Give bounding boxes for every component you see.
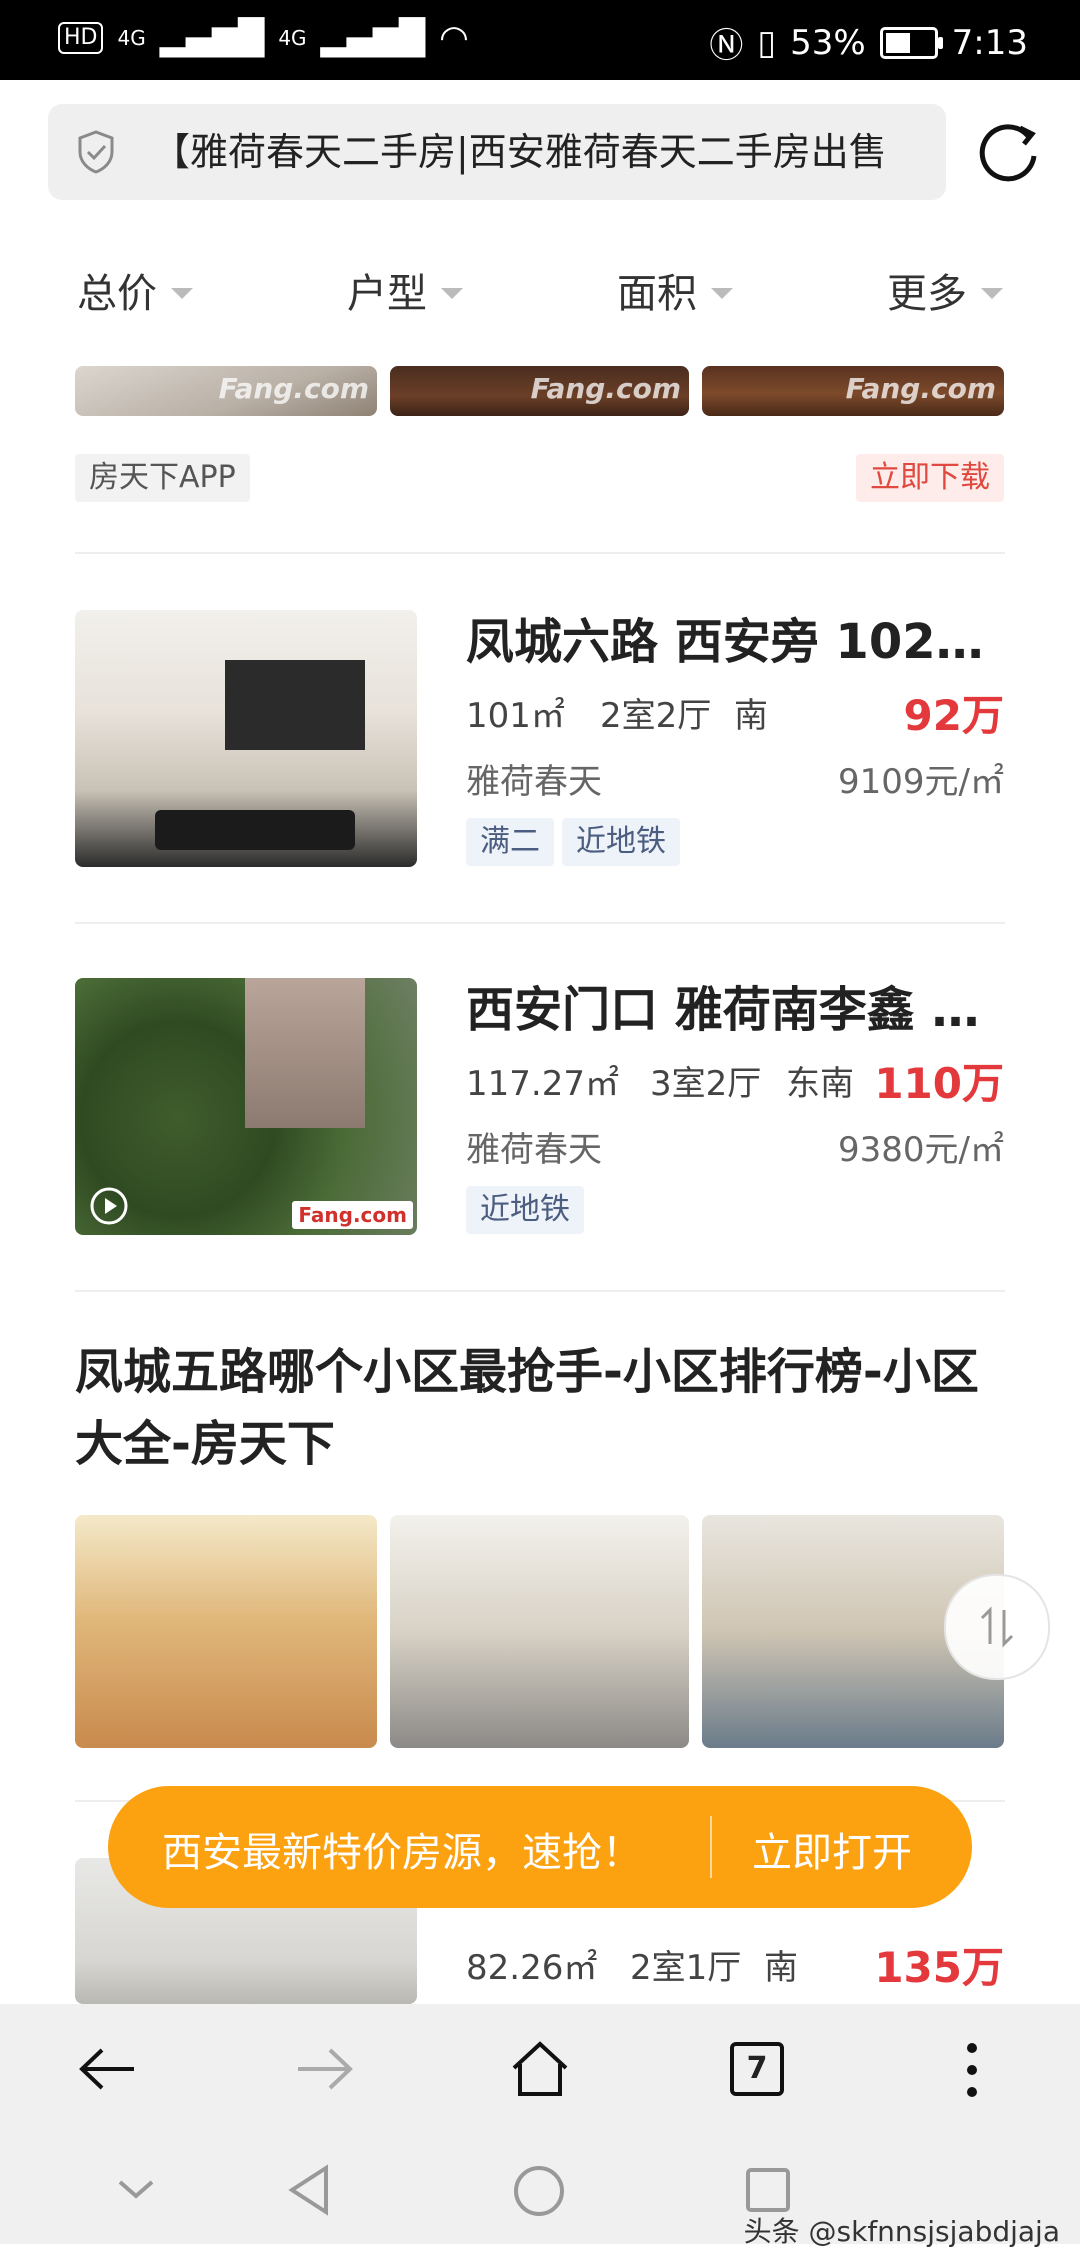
reload-icon[interactable]	[976, 118, 1042, 184]
chevron-down-icon	[171, 287, 193, 299]
more-icon[interactable]	[962, 2040, 982, 2100]
chevron-down-icon	[981, 287, 1003, 299]
building-shape	[245, 978, 365, 1128]
gallery-photo[interactable]: Fang.com	[702, 366, 1004, 416]
listing-title[interactable]: 西安门口 雅荷南李鑫 精装三房	[466, 970, 1006, 1040]
promo-banner[interactable]: 西安最新特价房源，速抢！ 立即打开	[108, 1786, 972, 1908]
listing-community: 雅荷春天	[466, 1130, 602, 1170]
address-bar[interactable]: 【雅荷春天二手房|西安雅荷春天二手房出售	[48, 104, 946, 200]
listing-price: 135万	[874, 1943, 1004, 1992]
photo-watermark: Fang.com	[292, 1201, 413, 1229]
listing-tag: 近地铁	[466, 1186, 584, 1234]
battery-percent: 53%	[790, 22, 866, 63]
gallery-photo[interactable]: Fang.com	[75, 366, 377, 416]
listing-price: 110万	[874, 1059, 1004, 1108]
filter-label: 面积	[617, 271, 697, 317]
listing-unit-price: 9380元/㎡	[838, 1130, 1004, 1170]
back-icon[interactable]	[78, 2044, 138, 2094]
filter-label: 总价	[77, 271, 157, 317]
forward-icon[interactable]	[294, 2044, 354, 2094]
source-watermark: 头条 @skfnnsjsjabdjaja	[743, 2215, 1060, 2248]
banner-separator	[710, 1816, 712, 1878]
filter-label: 更多	[887, 271, 967, 317]
filter-more[interactable]: 更多	[887, 261, 1003, 319]
table-shape	[155, 810, 355, 850]
nfc-icon: Ⓝ	[709, 26, 744, 66]
download-button[interactable]: 立即下载	[856, 454, 1004, 502]
scroll-toggle-button[interactable]	[944, 1574, 1050, 1680]
network-2: 4G	[278, 26, 307, 50]
signal-icon: ▂▄▆█	[320, 18, 426, 58]
clock: 7:13	[951, 22, 1028, 63]
listing-layout: 2室2厅	[600, 696, 712, 736]
listing-photo[interactable]: Fang.com	[75, 978, 417, 1235]
listing-area: 101㎡	[466, 696, 565, 736]
listing-orientation: 东南	[786, 1064, 854, 1104]
listing-area: 117.27㎡	[466, 1064, 619, 1104]
listing-price: 92万	[903, 691, 1004, 740]
listing-orientation: 南	[764, 1948, 798, 1988]
open-app-button[interactable]: 立即打开	[752, 1820, 912, 1878]
signal-icon: ▂▄▆█	[159, 18, 265, 58]
network-1: 4G	[117, 26, 146, 50]
photo-watermark: Fang.com	[530, 372, 681, 405]
article-photo[interactable]	[390, 1515, 689, 1748]
battery-fill	[885, 32, 910, 53]
chevron-down-icon	[441, 287, 463, 299]
filter-label: 户型	[347, 271, 427, 317]
status-right: Ⓝ ▯ 53% 7:13	[709, 18, 1028, 67]
listing-unit-price: 9109元/㎡	[838, 762, 1004, 802]
filter-bar: 总价 户型 面积 更多	[0, 240, 1080, 340]
url-text[interactable]: 【雅荷春天二手房|西安雅荷春天二手房出售	[152, 126, 932, 178]
banner-message: 西安最新特价房源，速抢！	[162, 1830, 642, 1876]
listing-layout: 2室1厅	[630, 1948, 742, 1988]
article-title[interactable]: 凤城五路哪个小区最抢手-小区排行榜-小区大全-房天下	[75, 1336, 1005, 1480]
nav-recents-icon[interactable]	[744, 2166, 792, 2214]
up-down-arrows-icon	[980, 1606, 1014, 1648]
divider	[75, 922, 1005, 924]
furniture-shape	[225, 660, 365, 750]
listing-orientation: 南	[734, 696, 768, 736]
tabs-button[interactable]: 7	[730, 2042, 784, 2096]
filter-area[interactable]: 面积	[617, 261, 733, 319]
vibrate-icon: ▯	[757, 22, 777, 63]
collapse-icon[interactable]	[116, 2176, 156, 2202]
gallery-photo[interactable]: Fang.com	[390, 366, 689, 416]
divider	[75, 1290, 1005, 1292]
listing-title[interactable]: 凤城六路 西安旁 102平 精装 满二 近地铁	[466, 602, 1006, 672]
listing-tag: 近地铁	[562, 818, 680, 866]
hd-icon: HD	[58, 22, 104, 54]
chevron-down-icon	[711, 287, 733, 299]
filter-total-price[interactable]: 总价	[77, 261, 193, 319]
photo-watermark: Fang.com	[845, 372, 996, 405]
battery-icon	[879, 26, 943, 59]
wifi-icon: ◠	[439, 18, 469, 58]
listing-area: 82.26㎡	[466, 1948, 598, 1988]
article-photo[interactable]	[75, 1515, 377, 1748]
home-icon[interactable]	[508, 2040, 572, 2098]
app-label: 房天下APP	[75, 454, 250, 502]
nav-back-icon[interactable]	[286, 2164, 332, 2216]
listing-photo[interactable]	[75, 610, 417, 867]
shield-icon	[78, 130, 114, 174]
listing-layout: 3室2厅	[650, 1064, 762, 1104]
photo-watermark: Fang.com	[218, 372, 369, 405]
status-bar: HD 4G ▂▄▆█ 4G ▂▄▆█ ◠ Ⓝ ▯ 53% 7:13	[0, 0, 1080, 80]
divider	[75, 552, 1005, 554]
filter-layout[interactable]: 户型	[347, 261, 463, 319]
nav-home-icon[interactable]	[512, 2164, 566, 2218]
browser-toolbar: 7	[0, 2004, 1080, 2134]
play-video-icon[interactable]	[89, 1186, 129, 1226]
status-left: HD 4G ▂▄▆█ 4G ▂▄▆█ ◠	[58, 18, 469, 58]
listing-tag: 满二	[466, 818, 554, 866]
listing-community: 雅荷春天	[466, 762, 602, 802]
